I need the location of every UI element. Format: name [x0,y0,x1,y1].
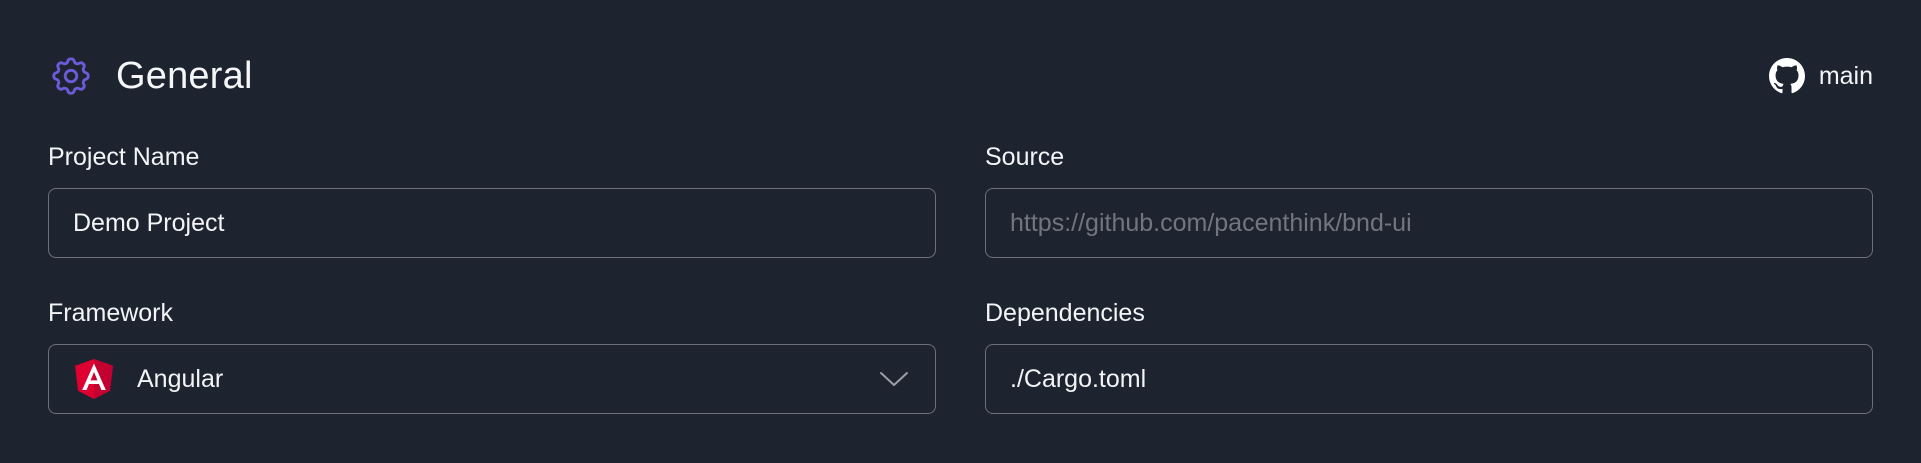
page-title: General [116,54,253,97]
framework-selected: Angular [75,359,223,399]
github-icon [1768,58,1805,94]
project-name-input[interactable] [48,188,936,258]
panel-header: General main [48,52,1873,100]
project-name-label: Project Name [48,143,200,171]
framework-value: Angular [137,364,224,393]
framework-label: Framework [48,299,174,327]
dependencies-input[interactable] [985,344,1873,414]
project-name-field: Project Name [48,142,936,258]
dependencies-field: Dependencies [985,298,1873,414]
source-input[interactable] [985,188,1873,258]
source-field: Source [985,142,1873,258]
angular-icon [75,359,113,399]
branch-link[interactable]: main [1768,58,1873,94]
chevron-down-icon [879,370,909,388]
framework-field: Framework Angular [48,298,936,414]
source-label: Source [985,143,1065,171]
branch-label: main [1818,61,1873,90]
framework-select[interactable]: Angular [48,344,936,414]
dependencies-label: Dependencies [985,299,1145,327]
title-group: General [48,53,253,99]
gear-icon [48,53,94,99]
general-settings-panel: General main Project Name Source Framewo… [0,0,1921,463]
